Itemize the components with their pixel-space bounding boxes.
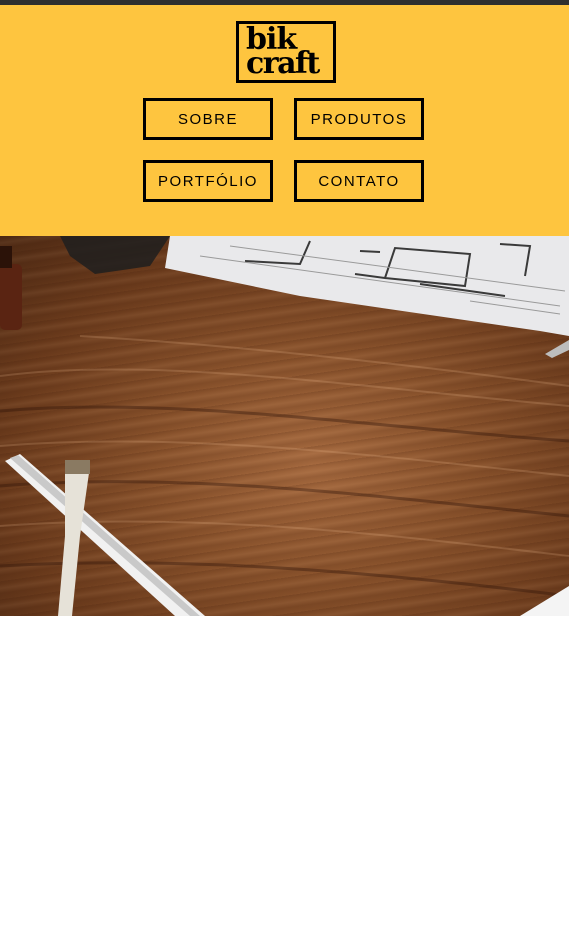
nav-contato-button[interactable]: CONTATO [294, 160, 424, 202]
nav-portfolio-button[interactable]: PORTFÓLIO [143, 160, 273, 202]
nav-sobre-button[interactable]: SOBRE [143, 98, 273, 140]
dark-object-shape [60, 236, 170, 274]
bottle-shape [0, 264, 22, 330]
hero-image [0, 236, 569, 616]
site-header: bik craft SOBRE PRODUTOS PORTFÓLIO CONTA… [0, 5, 569, 236]
content-area [0, 616, 569, 925]
bikcraft-logo[interactable]: bik craft [236, 21, 336, 83]
hero-photo-illustration [0, 236, 569, 616]
screwdriver-shaft [58, 466, 90, 616]
logo-line-2: craft [246, 46, 320, 81]
nav-produtos-button[interactable]: PRODUTOS [294, 98, 424, 140]
